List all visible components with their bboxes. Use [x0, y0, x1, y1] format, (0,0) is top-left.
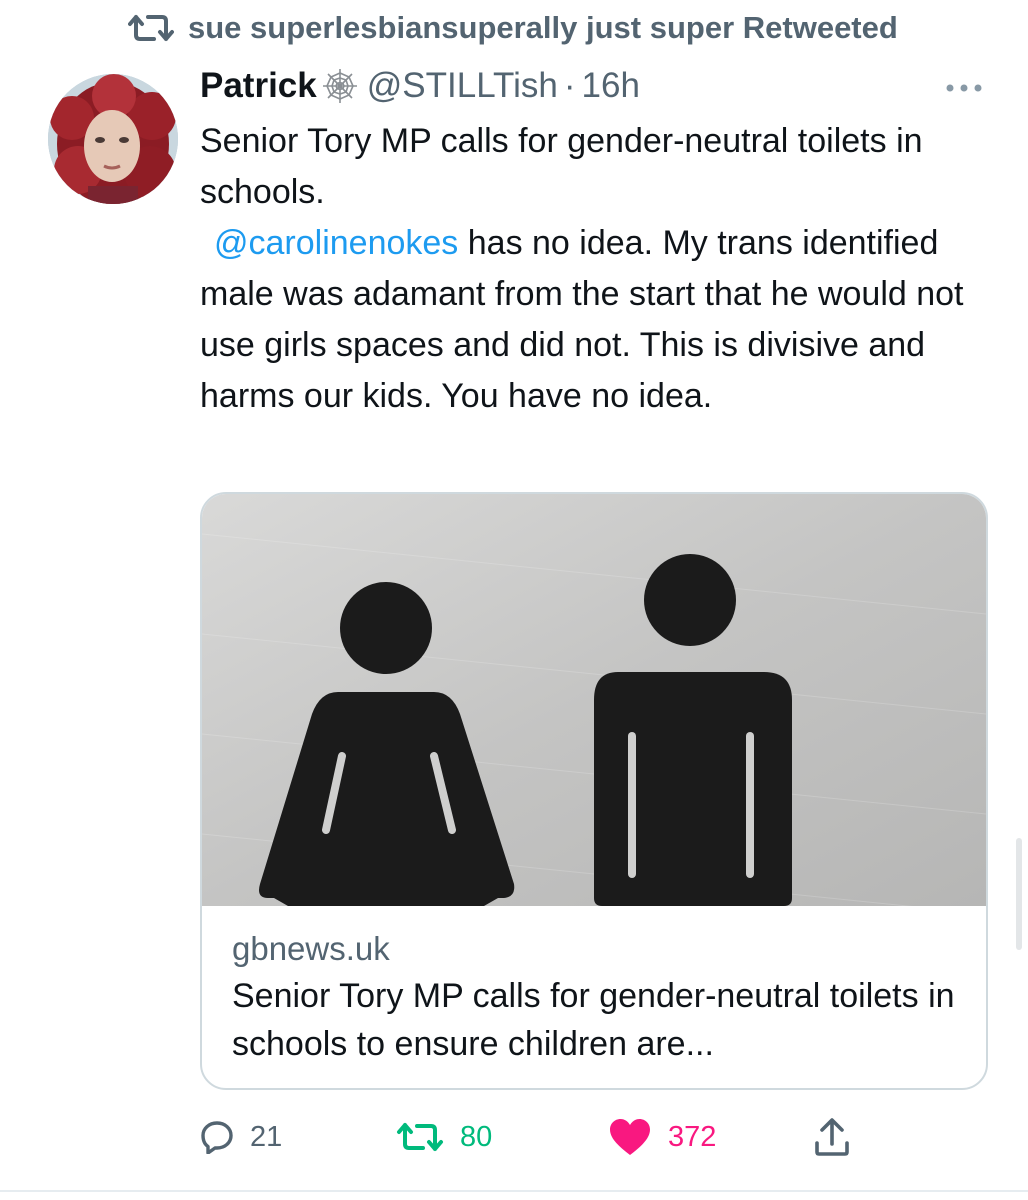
tweet-text-first: Senior Tory MP calls for gender-neutral … — [200, 122, 923, 211]
avatar[interactable] — [48, 74, 178, 204]
separator-dot: · — [563, 66, 576, 105]
tweet-header: Patrick @STILLTish · 16h — [200, 66, 640, 106]
author-handle[interactable]: @STILLTish — [367, 66, 558, 106]
mention-link[interactable]: @carolinenokes — [214, 224, 458, 262]
spiderweb-icon — [322, 69, 357, 103]
author-name[interactable]: Patrick — [200, 66, 317, 106]
reply-icon — [201, 1121, 233, 1154]
retweet-icon — [128, 15, 174, 41]
like-button[interactable]: 372 — [608, 1112, 716, 1162]
retweet-icon — [397, 1123, 443, 1151]
like-count: 372 — [668, 1120, 717, 1153]
card-domain: gbnews.uk — [232, 930, 390, 967]
more-options-icon[interactable] — [944, 76, 984, 100]
share-button[interactable] — [814, 1112, 850, 1162]
tweet-time[interactable]: 16h — [582, 66, 640, 106]
divider — [0, 1190, 1028, 1192]
retweet-banner[interactable]: sue superlesbiansuperally just super Ret… — [128, 10, 898, 46]
reply-button[interactable]: 21 — [200, 1112, 282, 1162]
retweet-count: 80 — [460, 1120, 493, 1153]
toilet-sign-image — [202, 494, 986, 906]
retweet-button[interactable]: 80 — [396, 1112, 492, 1162]
scrollbar-thumb[interactable] — [1016, 838, 1022, 950]
tweet-body: Senior Tory MP calls for gender-neutral … — [200, 116, 990, 422]
link-card[interactable]: gbnews.uk Senior Tory MP calls for gende… — [200, 492, 988, 1090]
share-icon — [815, 1118, 849, 1156]
heart-icon — [610, 1119, 650, 1155]
reply-count: 21 — [250, 1120, 283, 1153]
tweet-actions: 21 80 372 — [200, 1112, 990, 1162]
retweet-banner-text: sue superlesbiansuperally just super Ret… — [188, 10, 898, 45]
card-title: Senior Tory MP calls for gender-neutral … — [232, 977, 955, 1063]
